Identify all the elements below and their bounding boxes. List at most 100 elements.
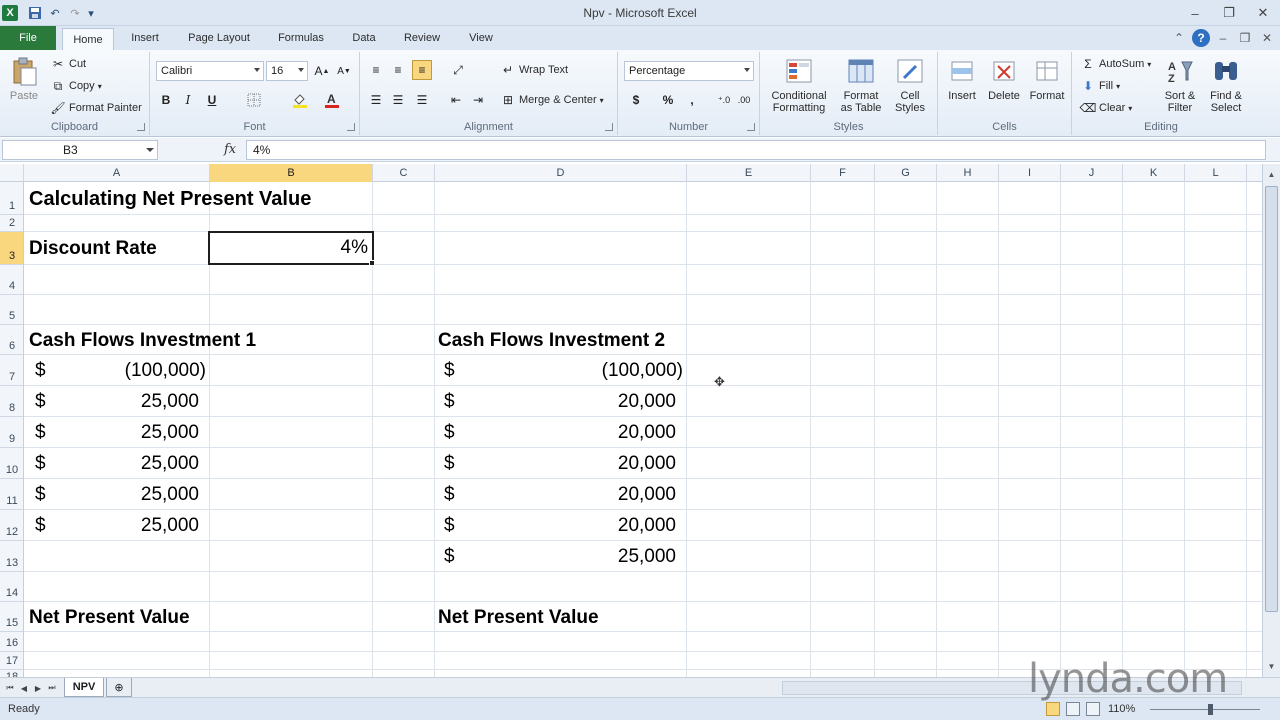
font-launcher-icon[interactable]: [347, 123, 355, 131]
borders-icon[interactable]: [244, 90, 264, 110]
insert-cells-button[interactable]: Insert: [944, 56, 980, 102]
minimize-ribbon-icon[interactable]: ⌃: [1170, 29, 1188, 47]
npv-2-label[interactable]: Net Present Value: [438, 605, 599, 631]
scroll-down-icon[interactable]: ▼: [1263, 658, 1280, 674]
merge-dropdown-icon[interactable]: ▾: [600, 96, 604, 105]
underline-button[interactable]: U: [202, 90, 222, 110]
name-box[interactable]: B3: [2, 140, 158, 160]
autosum-button[interactable]: Σ AutoSum ▾: [1080, 56, 1151, 72]
insert-sheet-icon[interactable]: ⊕: [106, 678, 132, 697]
wrap-text-button[interactable]: ↵ Wrap Text: [500, 62, 568, 78]
close-icon[interactable]: ✕: [1246, 0, 1280, 26]
tab-formulas[interactable]: Formulas: [268, 26, 334, 50]
column-header-b[interactable]: B: [210, 164, 373, 182]
font-name-dropdown-icon[interactable]: [254, 68, 260, 72]
orientation-icon[interactable]: ⤢: [448, 60, 468, 80]
align-center-icon[interactable]: ☰: [388, 90, 408, 110]
accounting-format-button[interactable]: $: [626, 90, 646, 110]
conditional-formatting-button[interactable]: Conditional Formatting: [766, 56, 832, 114]
window-close-icon[interactable]: ✕: [1258, 29, 1276, 47]
align-right-icon[interactable]: ☰: [412, 90, 432, 110]
row-header-11[interactable]: 11: [0, 479, 23, 510]
percent-style-button[interactable]: %: [658, 90, 678, 110]
row-header-12[interactable]: 12: [0, 510, 23, 541]
format-cells-button[interactable]: Format: [1028, 56, 1066, 102]
row-header-1[interactable]: 1: [0, 182, 23, 215]
investment-2-header[interactable]: Cash Flows Investment 2: [438, 328, 665, 354]
align-left-icon[interactable]: ☰: [366, 90, 386, 110]
insert-function-icon[interactable]: fx: [224, 142, 236, 157]
npv-1-label[interactable]: Net Present Value: [29, 605, 190, 631]
column-header-l[interactable]: L: [1185, 164, 1247, 182]
zoom-level[interactable]: 110%: [1108, 703, 1135, 715]
format-as-table-button[interactable]: Format as Table: [838, 56, 884, 114]
column-header-f[interactable]: F: [811, 164, 875, 182]
restore-icon[interactable]: ❐: [1212, 0, 1246, 26]
column-header-g[interactable]: G: [875, 164, 937, 182]
sort-filter-button[interactable]: AZ Sort & Filter: [1160, 56, 1200, 114]
align-bottom-icon[interactable]: ≡: [412, 60, 432, 80]
shrink-font-icon[interactable]: A ▼: [334, 61, 354, 81]
worksheet-grid[interactable]: Calculating Net Present Value Discount R…: [24, 182, 1262, 677]
decrease-indent-icon[interactable]: ⇤: [446, 90, 466, 110]
vertical-scrollbar[interactable]: ▲ ▼: [1262, 164, 1280, 677]
row-header-4[interactable]: 4: [0, 265, 23, 295]
font-color-icon[interactable]: A: [322, 90, 342, 110]
copy-button[interactable]: ⧉ Copy ▾: [50, 78, 102, 94]
number-launcher-icon[interactable]: [747, 123, 755, 131]
row-header-16[interactable]: 16: [0, 632, 23, 652]
autosum-dropdown-icon[interactable]: ▾: [1147, 60, 1151, 69]
cell-styles-button[interactable]: Cell Styles: [890, 56, 930, 114]
investment-1-header[interactable]: Cash Flows Investment 1: [29, 328, 256, 354]
copy-dropdown-icon[interactable]: ▾: [98, 82, 102, 91]
column-header-h[interactable]: H: [937, 164, 999, 182]
minimize-icon[interactable]: –: [1178, 0, 1212, 26]
tab-view[interactable]: View: [458, 26, 504, 50]
scroll-up-icon[interactable]: ▲: [1263, 166, 1280, 182]
next-sheet-icon[interactable]: ▶: [32, 681, 44, 695]
sheet-title[interactable]: Calculating Net Present Value: [29, 186, 311, 212]
tab-data[interactable]: Data: [342, 26, 386, 50]
row-header-8[interactable]: 8: [0, 386, 23, 417]
tab-page-layout[interactable]: Page Layout: [178, 26, 260, 50]
sheet-tab-npv[interactable]: NPV: [64, 678, 104, 697]
comma-style-button[interactable]: ,: [682, 90, 702, 110]
formula-input[interactable]: 4%: [246, 140, 1266, 160]
page-layout-view-icon[interactable]: [1066, 702, 1080, 716]
window-minimize-icon[interactable]: –: [1214, 29, 1232, 47]
decrease-decimal-icon[interactable]: .00: [734, 90, 754, 110]
vertical-scroll-thumb[interactable]: [1265, 186, 1278, 612]
paste-button[interactable]: Paste: [6, 56, 42, 102]
number-format-dropdown-icon[interactable]: [744, 68, 750, 72]
clear-button[interactable]: ⌫ Clear ▾: [1080, 100, 1133, 116]
row-header-3[interactable]: 3: [0, 232, 23, 265]
row-header-13[interactable]: 13: [0, 541, 23, 572]
page-break-view-icon[interactable]: [1086, 702, 1100, 716]
row-header-10[interactable]: 10: [0, 448, 23, 479]
discount-rate-value[interactable]: 4%: [214, 237, 368, 259]
column-header-c[interactable]: C: [373, 164, 435, 182]
bold-button[interactable]: B: [156, 90, 176, 110]
first-sheet-icon[interactable]: ⏮: [4, 681, 16, 695]
cut-button[interactable]: ✂ Cut: [50, 56, 86, 72]
font-size-combo[interactable]: 16: [266, 61, 308, 81]
format-painter-button[interactable]: 🖌 Format Painter: [50, 100, 141, 116]
tab-review[interactable]: Review: [394, 26, 450, 50]
fill-color-icon[interactable]: [290, 90, 310, 110]
row-header-15[interactable]: 15: [0, 602, 23, 632]
fill-button[interactable]: ⬇ Fill ▾: [1080, 78, 1120, 94]
find-select-button[interactable]: Find & Select: [1204, 56, 1248, 114]
row-header-6[interactable]: 6: [0, 325, 23, 355]
column-header-d[interactable]: D: [435, 164, 687, 182]
select-all-corner[interactable]: [0, 164, 24, 182]
name-box-dropdown-icon[interactable]: [146, 148, 154, 152]
grow-font-icon[interactable]: A ▲: [312, 61, 332, 81]
normal-view-icon[interactable]: [1046, 702, 1060, 716]
italic-button[interactable]: I: [178, 90, 198, 110]
font-name-combo[interactable]: Calibri: [156, 61, 264, 81]
column-header-e[interactable]: E: [687, 164, 811, 182]
row-header-9[interactable]: 9: [0, 417, 23, 448]
fill-dropdown-icon[interactable]: ▾: [1116, 82, 1120, 91]
row-header-17[interactable]: 17: [0, 652, 23, 670]
alignment-launcher-icon[interactable]: [605, 123, 613, 131]
